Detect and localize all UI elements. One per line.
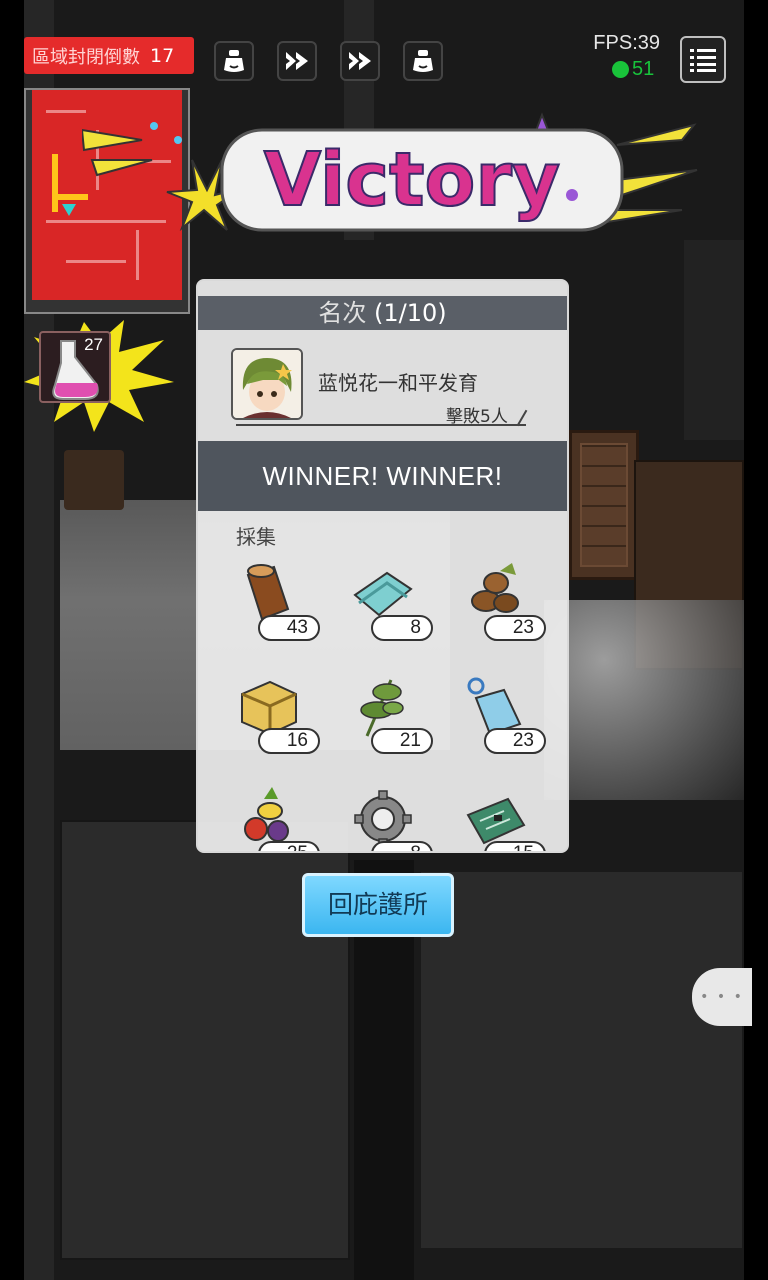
item-fruit: 25 [228,779,320,851]
item-cloth: 8 [341,553,433,653]
minimap-wall [66,260,126,263]
rank-label: 名次 [318,299,367,327]
item-herb: 21 [341,666,433,766]
item-circuit-board: 15 [454,779,546,851]
item-count: 15 [484,841,546,851]
minimap-wall [46,110,86,113]
lit-floor [544,600,744,800]
wall [684,240,744,440]
player-marker-icon [62,204,76,216]
fast-forward-icon [349,52,371,70]
lantern-button[interactable] [403,41,443,81]
chat-bubble-button[interactable]: • • • [692,968,752,1026]
player-name: 蓝悦花一和平发育 [318,371,478,395]
item-count: 8 [371,841,433,851]
lantern-icon [413,50,433,72]
item-count: 23 [484,728,546,754]
zone-countdown: 區域封閉倒數 17 [24,37,194,74]
rank-value: (1/10) [374,299,447,327]
item-count: 21 [371,728,433,754]
potion-item-button[interactable]: 27 [39,331,111,403]
item-pinecone: 23 [454,553,546,653]
lantern-button[interactable] [214,41,254,81]
collect-label: 採集 [236,525,276,549]
winner-banner: WINNER! WINNER! [198,441,567,511]
item-water-bottle: 23 [454,666,546,766]
victory-banner: Victory [82,112,698,232]
item-count: 8 [371,615,433,641]
fast-forward-button[interactable] [277,41,317,81]
online-dot-icon [612,61,629,78]
divider [236,424,526,426]
item-count: 16 [258,728,320,754]
countdown-value: 17 [150,44,175,67]
victory-text: Victory [264,137,560,223]
chat-dots: • • • [700,989,744,1005]
menu-button[interactable] [680,36,726,83]
ping-indicator: 51 [612,58,662,81]
lower-room [419,870,744,1250]
ping-value: 51 [632,58,655,80]
fast-forward-icon [286,52,308,70]
item-count: 23 [484,615,546,641]
avatar-portrait-icon [233,350,301,418]
player-avatar [231,348,303,420]
rank-header: 名次 (1/10) [198,296,567,330]
item-count: 43 [258,615,320,641]
gramophone-table [64,450,124,510]
potion-count: 27 [84,335,103,354]
item-wood-log: 43 [228,553,320,653]
item-count: 25 [258,841,320,851]
countdown-label: 區域封閉倒數 [32,46,140,68]
fast-forward-button[interactable] [340,41,380,81]
result-panel: 名次 (1/10) 蓝悦花一和平发育 擊敗5人 WINNER! WINNER! … [196,279,569,853]
lantern-icon [224,50,244,72]
fps-counter: FPS:39 [593,32,660,54]
list-menu-icon [690,48,716,72]
bookcase [569,430,639,580]
return-to-shelter-button[interactable]: 回庇護所 [302,873,454,937]
item-gear: 8 [341,779,433,851]
player-path [52,154,58,212]
item-crate: 16 [228,666,320,766]
